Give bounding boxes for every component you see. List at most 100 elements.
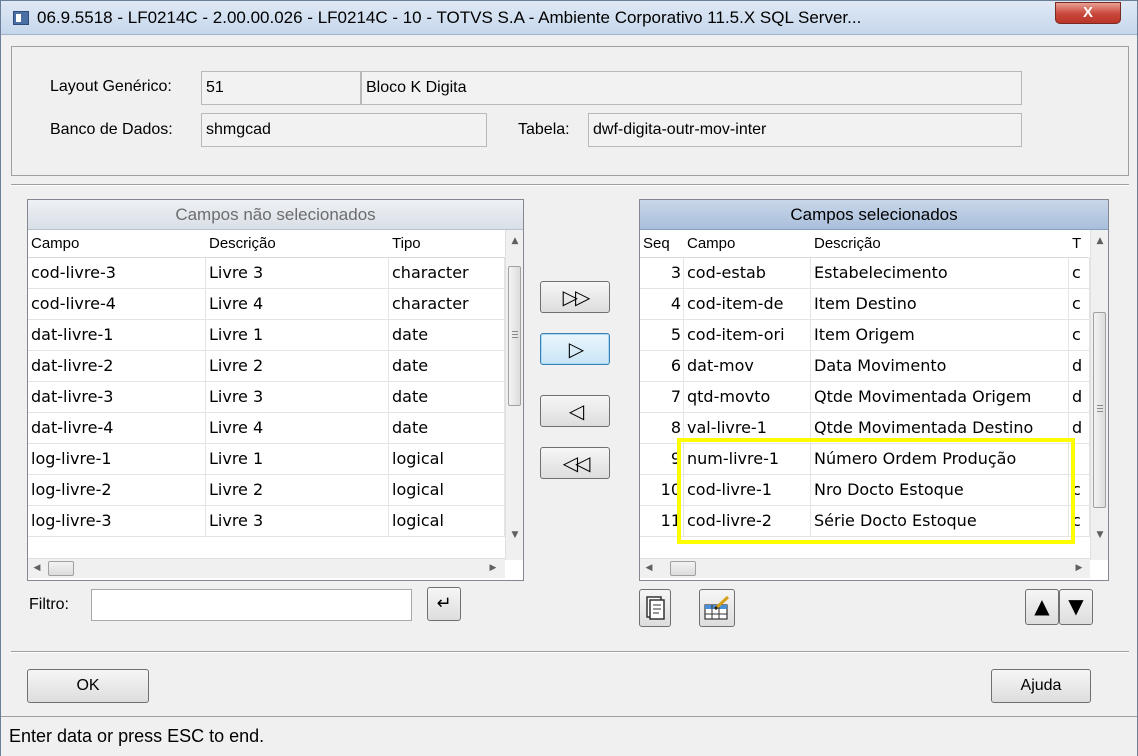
cell-campo: cod-estab — [684, 258, 811, 288]
cell-tipo: c — [1069, 320, 1090, 350]
up-arrow-icon: ▲ — [1034, 594, 1050, 618]
cell-descricao: Item Origem — [811, 320, 1069, 350]
cell-campo: dat-livre-4 — [28, 413, 206, 443]
cell-campo: cod-livre-1 — [684, 475, 811, 505]
column-header-tipo[interactable]: Tipo — [389, 230, 505, 258]
column-header-campo[interactable]: Campo — [684, 230, 811, 258]
cell-tipo: date — [389, 382, 505, 412]
dialog-window: 06.9.5518 - LF0214C - 2.00.00.026 - LF02… — [0, 0, 1138, 756]
table-row[interactable]: 7 qtd-movto Qtde Movimentada Origem d — [640, 382, 1090, 413]
table-row[interactable]: log-livre-2 Livre 2 logical — [28, 475, 505, 506]
table-row[interactable]: dat-livre-3 Livre 3 date — [28, 382, 505, 413]
cell-campo: val-livre-1 — [684, 413, 811, 443]
table-row[interactable]: 4 cod-item-de Item Destino c — [640, 289, 1090, 320]
table-row[interactable]: dat-livre-1 Livre 1 date — [28, 320, 505, 351]
table-row[interactable]: 3 cod-estab Estabelecimento c — [640, 258, 1090, 289]
column-header-campo[interactable]: Campo — [28, 230, 206, 258]
app-icon — [13, 11, 29, 25]
cell-campo: dat-livre-1 — [28, 320, 206, 350]
scroll-up-arrow[interactable]: ▲ — [506, 232, 523, 250]
selected-fields-grid[interactable]: Campos selecionados Seq Campo Descrição … — [639, 199, 1109, 581]
scroll-left-arrow[interactable]: ◀ — [28, 559, 46, 577]
layout-field[interactable]: 51 — [201, 71, 361, 105]
table-row[interactable]: 11 cod-livre-2 Série Docto Estoque c — [640, 506, 1090, 537]
cell-tipo: c — [1069, 289, 1090, 319]
cell-descricao: Livre 2 — [206, 351, 389, 381]
scroll-right-arrow[interactable]: ▶ — [1070, 559, 1088, 577]
scroll-right-arrow[interactable]: ▶ — [484, 559, 502, 577]
banco-field: shmgcad — [201, 113, 487, 147]
table-row[interactable]: 9 num-livre-1 Número Ordem Produção i — [640, 444, 1090, 475]
cell-tipo: c — [1069, 506, 1090, 536]
cell-descricao: Livre 4 — [206, 289, 389, 319]
add-selected-button[interactable]: ▷ — [540, 333, 610, 365]
remove-selected-button[interactable]: ◁ — [540, 395, 610, 427]
cell-tipo: logical — [389, 506, 505, 536]
cell-campo: cod-livre-2 — [684, 506, 811, 536]
scroll-down-arrow[interactable]: ▼ — [1091, 526, 1108, 544]
table-row[interactable]: log-livre-1 Livre 1 logical — [28, 444, 505, 475]
cell-descricao: Estabelecimento — [811, 258, 1069, 288]
cell-tipo: character — [389, 258, 505, 288]
cell-seq: 7 — [640, 382, 684, 412]
scroll-thumb-horizontal[interactable] — [48, 561, 74, 576]
column-header-tipo[interactable]: T — [1069, 230, 1089, 258]
table-row[interactable]: 6 dat-mov Data Movimento d — [640, 351, 1090, 382]
cell-campo: dat-livre-3 — [28, 382, 206, 412]
scroll-thumb[interactable] — [508, 266, 521, 406]
cell-descricao: Livre 3 — [206, 258, 389, 288]
status-text: Enter data or press ESC to end. — [9, 726, 265, 746]
cell-descricao: Qtde Movimentada Destino — [811, 413, 1069, 443]
edit-table-icon — [704, 595, 730, 620]
scroll-up-arrow[interactable]: ▲ — [1091, 232, 1108, 250]
layout-label: Layout Genérico: — [50, 78, 172, 95]
add-all-button[interactable]: ▷▷ — [540, 281, 610, 313]
cell-campo: dat-mov — [684, 351, 811, 381]
table-row[interactable]: cod-livre-3 Livre 3 character — [28, 258, 505, 289]
scroll-left-arrow[interactable]: ◀ — [640, 559, 658, 577]
apply-filter-button[interactable]: ↵ — [427, 587, 461, 621]
filter-input[interactable] — [91, 589, 412, 621]
status-bar: Enter data or press ESC to end. — [1, 716, 1137, 756]
column-header-seq[interactable]: Seq — [640, 230, 684, 258]
header-panel: Layout Genérico: 51 Bloco K Digita Banco… — [11, 46, 1129, 176]
unselected-fields-grid[interactable]: Campos não selecionados Campo Descrição … — [27, 199, 524, 581]
table-row[interactable]: log-livre-3 Livre 3 logical — [28, 506, 505, 537]
cell-campo: cod-item-ori — [684, 320, 811, 350]
cell-seq: 4 — [640, 289, 684, 319]
horizontal-scrollbar[interactable]: ◀ ▶ — [640, 558, 1090, 578]
cell-seq: 5 — [640, 320, 684, 350]
table-row[interactable]: 10 cod-livre-1 Nro Docto Estoque c — [640, 475, 1090, 506]
cell-seq: 8 — [640, 413, 684, 443]
table-row[interactable]: cod-livre-4 Livre 4 character — [28, 289, 505, 320]
table-row[interactable]: 8 val-livre-1 Qtde Movimentada Destino d — [640, 413, 1090, 444]
edit-layout-button[interactable] — [699, 589, 735, 627]
cell-tipo: date — [389, 351, 505, 381]
close-button[interactable]: X — [1055, 2, 1121, 24]
cell-seq: 6 — [640, 351, 684, 381]
scroll-thumb-horizontal[interactable] — [670, 561, 696, 576]
table-row[interactable]: dat-livre-2 Livre 2 date — [28, 351, 505, 382]
title-bar: 06.9.5518 - LF0214C - 2.00.00.026 - LF02… — [1, 1, 1137, 35]
column-header-descricao[interactable]: Descrição — [811, 230, 1069, 258]
banco-label: Banco de Dados: — [50, 121, 173, 138]
layout-description-field: Bloco K Digita — [361, 71, 1022, 105]
column-header-descricao[interactable]: Descrição — [206, 230, 389, 258]
table-row[interactable]: 5 cod-item-ori Item Origem c — [640, 320, 1090, 351]
horizontal-scrollbar[interactable]: ◀ ▶ — [28, 558, 505, 578]
ok-button[interactable]: OK — [27, 669, 149, 703]
cell-campo: qtd-movto — [684, 382, 811, 412]
scroll-thumb[interactable] — [1093, 312, 1106, 508]
table-row[interactable]: dat-livre-4 Livre 4 date — [28, 413, 505, 444]
copy-layout-button[interactable] — [639, 589, 671, 627]
move-down-button[interactable]: ▼ — [1059, 589, 1093, 625]
move-up-button[interactable]: ▲ — [1025, 589, 1059, 625]
cell-descricao: Livre 3 — [206, 506, 389, 536]
selected-grid-title: Campos selecionados — [640, 200, 1108, 230]
remove-all-button[interactable]: ◁◁ — [540, 447, 610, 479]
vertical-scrollbar[interactable]: ▲ ▼ — [505, 230, 523, 560]
scroll-down-arrow[interactable]: ▼ — [506, 526, 523, 544]
help-button[interactable]: Ajuda — [991, 669, 1091, 703]
vertical-scrollbar[interactable]: ▲ ▼ — [1090, 230, 1108, 560]
cell-tipo: d — [1069, 413, 1090, 443]
